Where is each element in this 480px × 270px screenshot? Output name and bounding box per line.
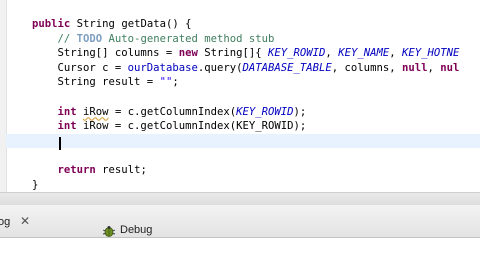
code-token: KEY_ROWID [268,47,326,60]
code-token: null [401,61,428,74]
code-token: KEY_NAME [338,47,390,60]
code-token: TODO [76,32,103,45]
tab-log-label: og [0,216,11,228]
code-token: Auto-generated method stub [102,32,275,45]
code-token: return [57,164,96,176]
code-token: String[]{ [197,47,269,60]
close-icon[interactable]: ✕ [18,214,32,228]
code-token: // [32,32,77,45]
code-token: nul [440,61,460,74]
code-token: ; [172,76,179,89]
bottom-panel-content [0,238,480,270]
text-caret [59,137,61,150]
code-token: public [32,18,71,30]
code-token: KEY_ROWID [236,105,294,118]
code-token: , columns, [331,61,402,74]
code-line [6,133,480,148]
code-token: Cursor c = [32,61,128,74]
code-token: , [325,47,339,60]
code-token: "" [159,76,173,89]
code-token: iRow = c.getColumnIndex(KEY_ROWID); [76,120,307,133]
code-token: int [57,120,77,133]
tab-log[interactable]: og [0,213,10,231]
code-token: new [178,47,198,60]
code-token: ); [293,105,307,118]
code-token: KEY_HOTNE [401,47,460,60]
panel-divider[interactable] [0,192,480,206]
code-token: String[] columns = [32,47,179,60]
code-token: getData() { [114,18,192,30]
code-token: result; [95,164,147,176]
code-token: String result = [32,76,160,89]
code-token: } [32,178,39,191]
code-token: = c.getColumnIndex( [108,105,237,118]
code-token: String [76,18,115,30]
bug-icon [102,226,116,237]
code-token: , [389,47,402,60]
editor-gutter [0,0,7,192]
code-token: , [427,61,441,74]
code-token: .query( [197,61,243,74]
code-token: iRow [83,105,109,118]
code-token: int [57,105,77,118]
bottom-panel-tabbar: og ✕ Debug [0,205,480,238]
code-token: ourDatabase [127,61,198,74]
tab-debug-label: Debug [120,224,153,236]
code-editor[interactable]: public String getData() { // TODO Auto-g… [0,0,480,192]
code-token: DATABASE_TABLE [242,61,332,74]
